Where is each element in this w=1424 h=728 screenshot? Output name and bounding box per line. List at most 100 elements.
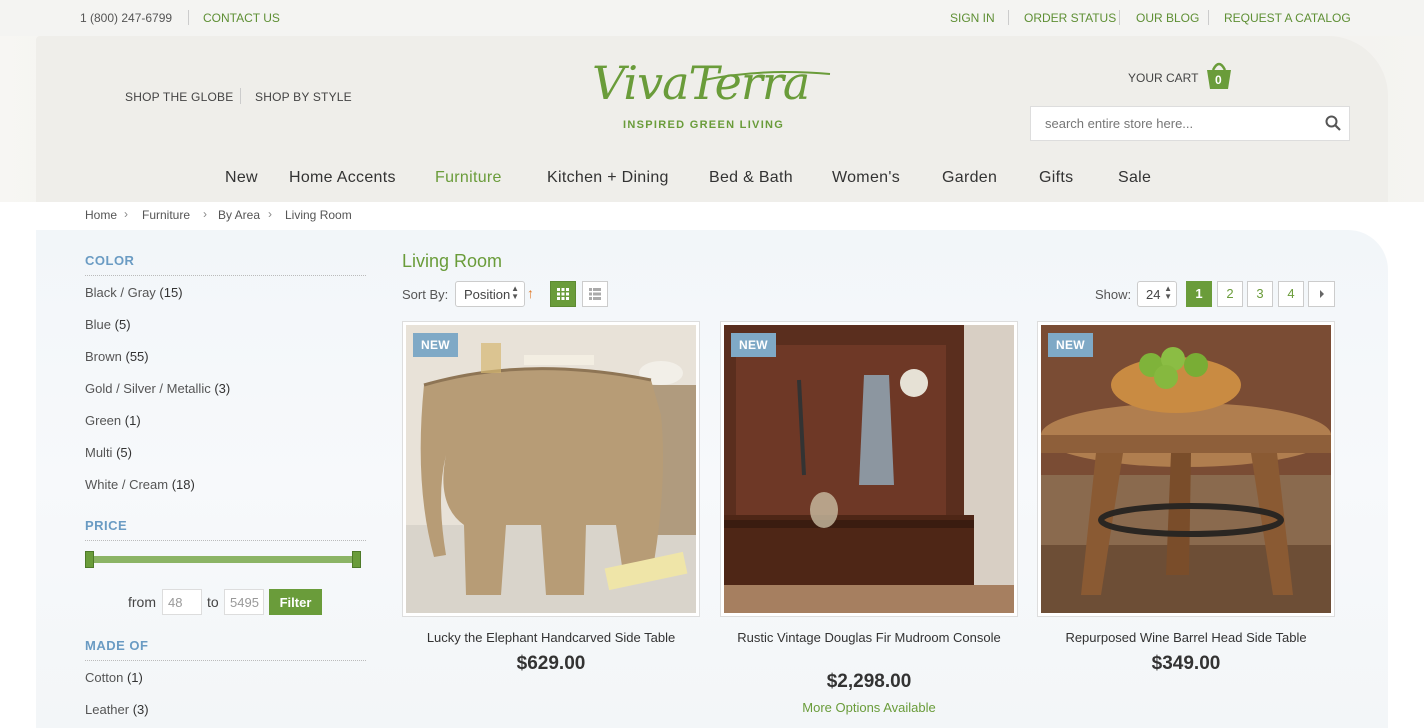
divider [85,660,366,661]
product-image-mudroom-console[interactable]: NEW [724,325,1014,613]
page-2[interactable]: 2 [1217,281,1243,307]
nav-womens[interactable]: Women's [832,169,900,187]
price-to-input[interactable] [224,589,264,615]
product-name[interactable]: Rustic Vintage Douglas Fir Mudroom Conso… [735,629,1003,647]
filter-title-color[interactable]: COLOR [85,253,134,268]
price-filter-button[interactable]: Filter [269,589,322,615]
filter-color-multi[interactable]: Multi (5) [85,445,132,460]
divider [1119,10,1120,25]
filter-count: (55) [125,349,149,364]
nav-sale[interactable]: Sale [1118,169,1151,187]
nav-bed-bath[interactable]: Bed & Bath [709,169,793,187]
new-badge: NEW [413,333,458,357]
nav-home-accents[interactable]: Home Accents [289,169,396,187]
list-view-button[interactable] [582,281,608,307]
new-badge: NEW [731,333,776,357]
phone-number: 1 (800) 247-6799 [80,11,173,25]
filter-color-brown[interactable]: Brown (55) [85,349,149,364]
chevron-right-icon: › [268,207,272,221]
product-price: $2,298.00 [826,671,912,692]
product-card[interactable]: NEW [1037,321,1335,617]
breadcrumb-furniture[interactable]: Furniture [142,208,190,222]
filter-count: (1) [124,413,141,428]
product-name[interactable]: Lucky the Elephant Handcarved Side Table [402,629,700,647]
page-1[interactable]: 1 [1186,281,1212,307]
search-icon[interactable] [1325,115,1341,131]
nav-gifts[interactable]: Gifts [1039,169,1073,187]
request-catalog-link[interactable]: REQUEST A CATALOG [1224,11,1351,25]
filter-label: Black / Gray [85,285,156,300]
filter-count: (1) [126,670,143,685]
shop-the-globe-link[interactable]: SHOP THE GLOBE [125,90,233,104]
order-status-link[interactable]: ORDER STATUS [1024,11,1116,25]
site-logo[interactable]: VivaTerra INSPIRED GREEN LIVING [592,56,832,136]
price-to-label: to [207,594,219,610]
product-card[interactable]: NEW [720,321,1018,617]
price-from-label: from [128,594,156,610]
filter-color-green[interactable]: Green (1) [85,413,141,428]
our-blog-link[interactable]: OUR BLOG [1136,11,1199,25]
nav-furniture[interactable]: Furniture [435,169,502,187]
grid-icon [557,288,569,300]
cart-label[interactable]: YOUR CART [1128,71,1198,85]
sort-direction-icon[interactable]: ↑ [527,285,534,301]
sort-select[interactable]: Position ▲ ▼ [455,281,525,307]
breadcrumb-home[interactable]: Home [85,208,117,222]
filter-color-white-cream[interactable]: White / Cream (18) [85,477,195,492]
contact-us-link[interactable]: CONTACT US [203,11,280,25]
page-3[interactable]: 3 [1247,281,1273,307]
filter-count: (15) [159,285,183,300]
breadcrumb-living-room: Living Room [285,208,352,222]
filter-label: Blue [85,317,112,332]
divider [240,88,241,104]
product-image-elephant-table[interactable]: NEW [406,325,696,613]
filter-label: Brown [85,349,122,364]
page-4[interactable]: 4 [1278,281,1304,307]
filter-label: White / Cream [85,477,169,492]
filter-material-leather[interactable]: Leather (3) [85,702,149,717]
shop-by-style-link[interactable]: SHOP BY STYLE [255,90,352,104]
filter-count: (18) [171,477,195,492]
select-arrows-icon: ▲ ▼ [511,284,519,301]
search-input[interactable] [1045,116,1315,131]
show-label: Show: [1095,287,1132,302]
chevron-right-icon: › [203,207,207,221]
price-slider-track[interactable] [88,556,360,563]
filter-material-cotton[interactable]: Cotton (1) [85,670,143,685]
price-slider-min-handle[interactable] [85,551,94,568]
sort-value: Position [464,287,511,302]
price-slider-max-handle[interactable] [352,551,361,568]
divider [1008,10,1009,25]
new-badge: NEW [1048,333,1093,357]
product-price: $629.00 [516,653,586,674]
filter-count: (5) [114,317,131,332]
filter-title-price[interactable]: PRICE [85,518,127,533]
filter-label: Cotton [85,670,124,685]
select-arrows-icon: ▲ ▼ [1164,284,1172,301]
nav-garden[interactable]: Garden [942,169,997,187]
product-image-wine-barrel-table[interactable]: NEW [1041,325,1331,613]
product-card[interactable]: NEW [402,321,700,617]
next-page-button[interactable] [1308,281,1335,307]
filter-count: (3) [214,381,231,396]
logo-tagline: INSPIRED GREEN LIVING [623,119,785,131]
chevron-right-icon: › [124,207,128,221]
per-page-select[interactable]: 24 ▲ ▼ [1137,281,1177,307]
sign-in-link[interactable]: SIGN IN [950,11,995,25]
product-name[interactable]: Repurposed Wine Barrel Head Side Table [1037,629,1335,647]
sort-by-label: Sort By: [402,287,449,302]
page-title: Living Room [402,251,503,271]
grid-view-button[interactable] [550,281,576,307]
price-from-input[interactable] [162,589,202,615]
filter-title-made-of[interactable]: MADE OF [85,638,148,653]
breadcrumb-by-area[interactable]: By Area [218,208,260,222]
filter-color-black-gray[interactable]: Black / Gray (15) [85,285,183,300]
nav-kitchen-dining[interactable]: Kitchen + Dining [547,169,669,187]
logo-swoosh [703,71,831,81]
filter-color-blue[interactable]: Blue (5) [85,317,131,332]
filter-color-gold-silver[interactable]: Gold / Silver / Metallic (3) [85,381,230,396]
more-options-link[interactable]: More Options Available [720,700,1018,715]
nav-new[interactable]: New [225,169,258,187]
filter-count: (5) [116,445,132,460]
cart-icon[interactable]: 0 [1203,58,1235,90]
